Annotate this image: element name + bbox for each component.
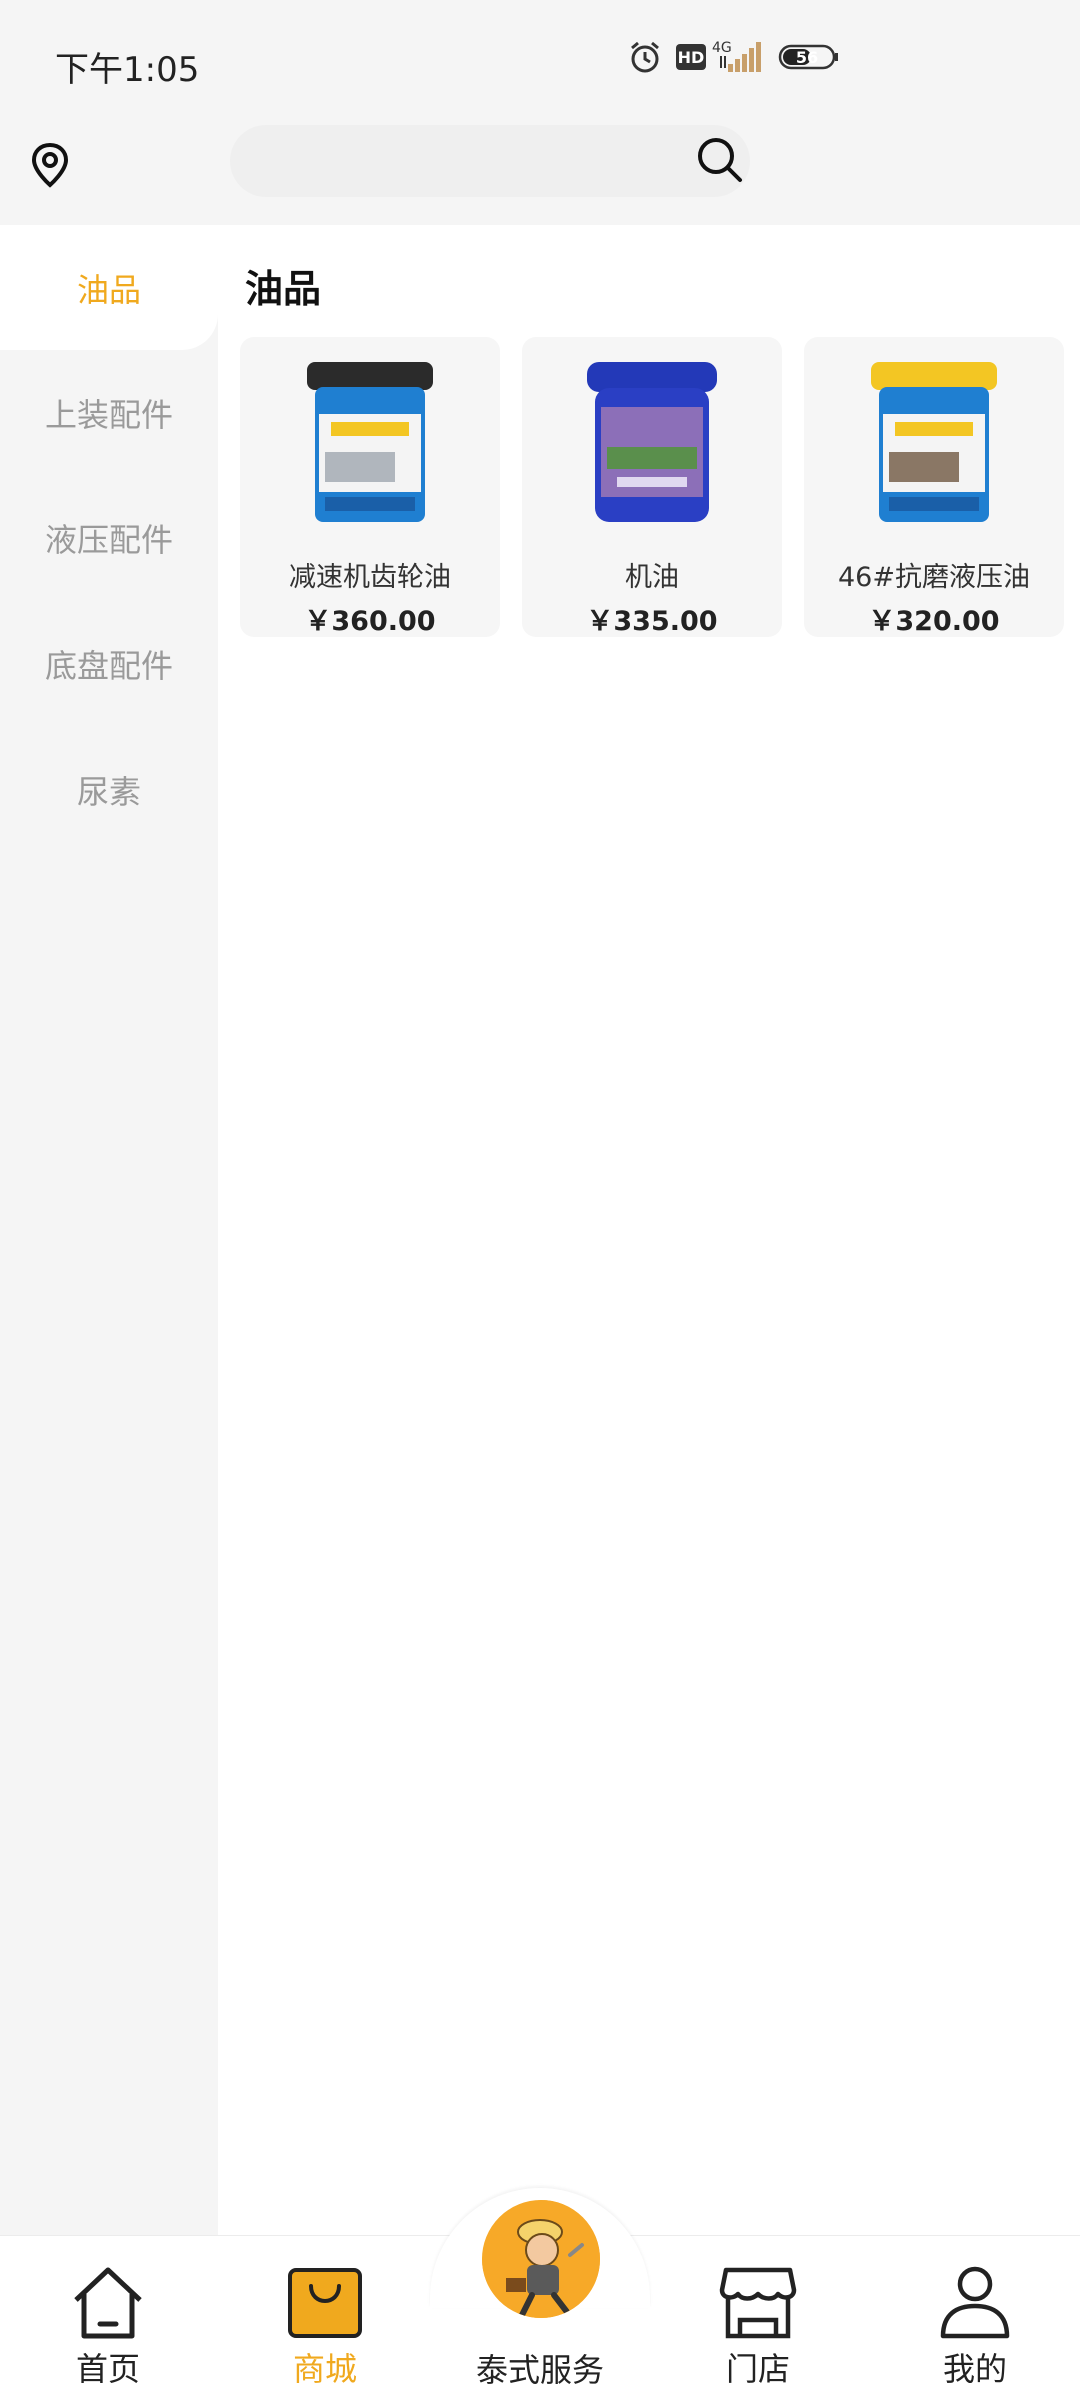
product-card[interactable]: 减速机齿轮油 ￥360.00 xyxy=(240,337,500,637)
product-card[interactable]: 46#抗磨液压油 ￥320.00 xyxy=(804,337,1064,637)
category-sidebar: 油品 上装配件 液压配件 底盘配件 尿素 xyxy=(0,225,218,2235)
network-label: 4G xyxy=(712,40,732,56)
header xyxy=(0,125,1080,225)
search-input[interactable] xyxy=(230,125,750,197)
store-icon xyxy=(718,2262,798,2340)
product-price: ￥335.00 xyxy=(586,606,718,637)
nav-label-profile: 我的 xyxy=(942,2350,1007,2388)
nav-item-profile[interactable]: 我的 xyxy=(895,2262,1055,2392)
product-price: ￥320.00 xyxy=(868,606,1000,637)
section-title: 油品 xyxy=(245,267,322,311)
battery-text: 56 xyxy=(796,48,818,67)
sidebar-item-urea[interactable]: 尿素 xyxy=(0,727,218,852)
product-price: ￥360.00 xyxy=(304,606,436,637)
status-bar: 下午1:05 HD 56 4G xyxy=(0,0,1080,125)
nav-item-home[interactable]: 首页 xyxy=(28,2262,188,2392)
nav-item-mall[interactable]: 商城 xyxy=(245,2262,405,2392)
mascot-avatar[interactable] xyxy=(478,2196,604,2322)
product-image-gear-oil-bucket xyxy=(295,352,445,532)
nav-label-mall: 商城 xyxy=(292,2350,357,2388)
sidebar-item-hydraulic-parts[interactable]: 液压配件 xyxy=(0,475,218,600)
shopping-bag-icon xyxy=(285,2262,365,2340)
product-image-engine-oil-bucket xyxy=(577,352,727,532)
product-name: 46#抗磨液压油 xyxy=(838,562,1030,593)
sidebar-item-upper-parts[interactable]: 上装配件 xyxy=(0,350,218,475)
battery-icon: 56 xyxy=(778,43,840,71)
product-name: 机油 xyxy=(625,562,679,593)
search-icon[interactable] xyxy=(695,135,745,189)
nav-item-store[interactable]: 门店 xyxy=(678,2262,838,2392)
status-icons: HD 56 xyxy=(628,40,840,74)
status-time: 下午1:05 xyxy=(55,50,200,90)
nav-label-store: 门店 xyxy=(725,2350,790,2388)
location-icon[interactable] xyxy=(30,142,70,192)
home-icon xyxy=(68,2262,148,2340)
nav-label-thai-service[interactable]: 泰式服务 xyxy=(440,2345,640,2391)
sidebar-item-chassis-parts[interactable]: 底盘配件 xyxy=(0,601,218,726)
profile-icon xyxy=(935,2262,1015,2340)
alarm-icon xyxy=(628,40,662,74)
sidebar-item-oil[interactable]: 油品 xyxy=(0,225,218,350)
hd-icon: HD xyxy=(676,44,706,70)
product-image-hydraulic-oil-bucket xyxy=(859,352,1009,532)
product-card[interactable]: 机油 ￥335.00 xyxy=(522,337,782,637)
product-name: 减速机齿轮油 xyxy=(289,562,451,593)
nav-label-home: 首页 xyxy=(75,2350,140,2388)
